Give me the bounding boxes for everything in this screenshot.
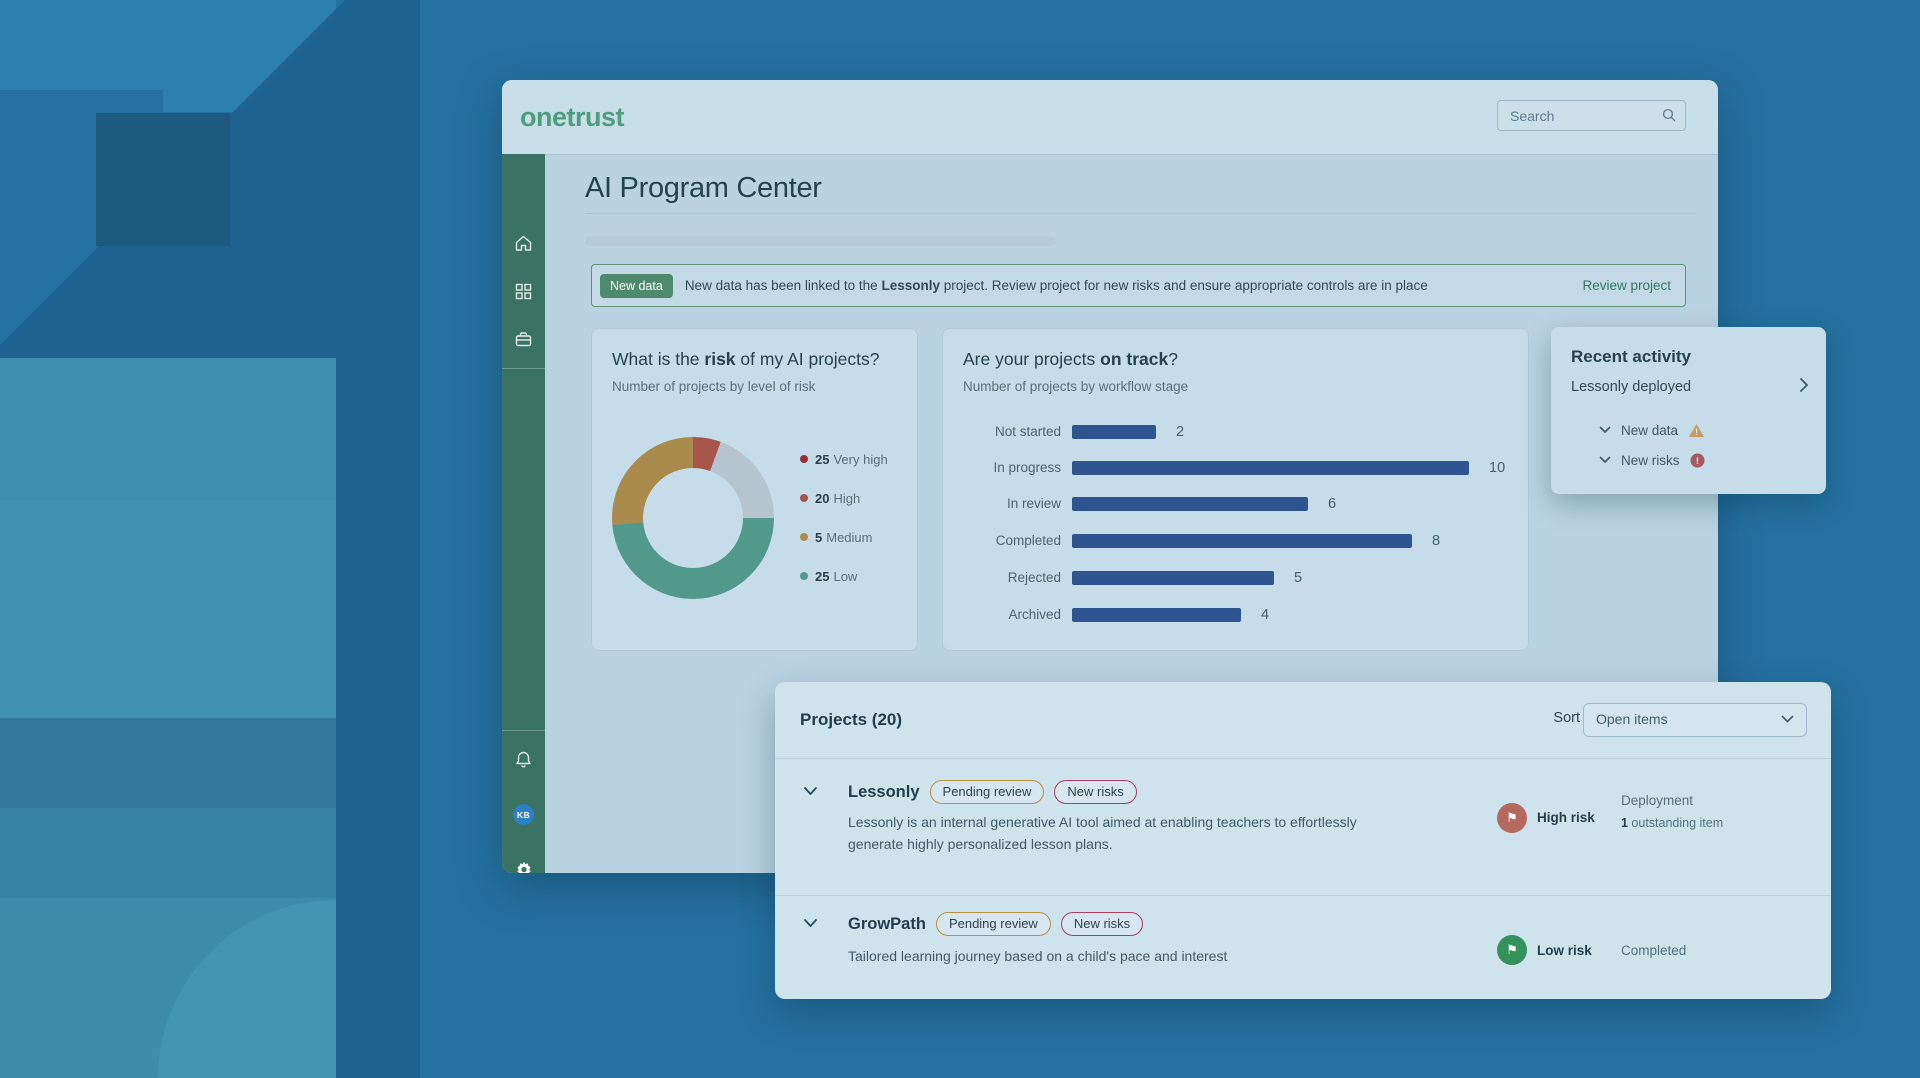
- gear-icon[interactable]: [514, 860, 533, 873]
- warning-triangle-icon: !: [1688, 423, 1705, 438]
- risk-chart-card: What is the risk of my AI projects? Numb…: [591, 328, 918, 651]
- status-badge-new-risks: New risks: [1061, 912, 1143, 936]
- bg-stripe: [0, 808, 336, 898]
- bg-stripe: [0, 500, 336, 718]
- search-box[interactable]: [1497, 100, 1686, 131]
- bar: [1072, 497, 1308, 511]
- bell-icon[interactable]: [514, 750, 533, 769]
- legend-dot-high: [800, 494, 808, 502]
- bar: [1072, 571, 1274, 585]
- chevron-right-icon[interactable]: [1798, 377, 1810, 393]
- legend-item: 5Medium: [800, 527, 872, 547]
- briefcase-icon[interactable]: [514, 330, 533, 349]
- legend-dot-low: [800, 572, 808, 580]
- card-subtitle: Number of projects by level of risk: [612, 379, 815, 394]
- project-name-row: GrowPath Pending review New risks: [848, 911, 1143, 937]
- divider: [775, 895, 1831, 896]
- project-description: Lessonly is an internal generative AI to…: [848, 812, 1363, 855]
- project-stage: Completed: [1621, 943, 1686, 958]
- page-title: AI Program Center: [585, 172, 822, 205]
- sort-label: Sort: [1553, 710, 1580, 726]
- chevron-down-icon[interactable]: [803, 918, 818, 928]
- svg-text:!: !: [1695, 456, 1698, 467]
- legend-dot-medium: [800, 533, 808, 541]
- status-badge-new-risks: New risks: [1054, 780, 1136, 804]
- bar: [1072, 534, 1412, 548]
- flag-icon: ⚑: [1497, 803, 1527, 833]
- sort-value: Open items: [1596, 711, 1668, 727]
- bar: [1072, 608, 1241, 622]
- bar: [1072, 425, 1156, 439]
- avatar[interactable]: KB: [513, 804, 534, 825]
- chevron-down-icon: [1781, 715, 1794, 724]
- card-title: What is the risk of my AI projects?: [612, 349, 880, 370]
- banner-message: New data has been linked to the Lessonly…: [685, 278, 1428, 293]
- chevron-down-icon[interactable]: [1599, 426, 1611, 434]
- apps-grid-icon[interactable]: [514, 282, 533, 301]
- loading-placeholder-bar: [585, 236, 1056, 246]
- bar-row: Rejected5: [943, 570, 1528, 586]
- sort-dropdown[interactable]: Open items: [1583, 703, 1807, 737]
- recent-activity-panel: Recent activity Lessonly deployed New da…: [1551, 327, 1826, 494]
- divider: [775, 758, 1831, 759]
- bg-shape: [0, 0, 163, 90]
- bg-stripe: [0, 718, 336, 808]
- bar-row: Completed8: [943, 533, 1528, 549]
- risk-donut-chart: [612, 437, 774, 599]
- search-icon: [1662, 108, 1676, 122]
- sidebar-divider: [502, 368, 545, 369]
- project-name[interactable]: GrowPath: [848, 915, 926, 934]
- chevron-down-icon[interactable]: [803, 786, 818, 796]
- activity-item[interactable]: New risks !: [1599, 451, 1705, 469]
- risk-level-label: Low risk: [1537, 943, 1592, 958]
- card-title: Are your projects on track?: [963, 349, 1178, 370]
- bar-row: In review6: [943, 496, 1528, 512]
- workflow-chart-card: Are your projects on track? Number of pr…: [942, 328, 1529, 651]
- status-badge-pending-review: Pending review: [936, 912, 1051, 936]
- project-stage: Deployment: [1621, 793, 1693, 808]
- bar-row: In progress10: [943, 460, 1528, 476]
- chevron-down-icon[interactable]: [1599, 456, 1611, 464]
- legend-item: 25Low: [800, 566, 857, 586]
- project-name[interactable]: Lessonly: [848, 783, 920, 802]
- projects-panel: Projects (20) Sort Open items Lessonly P…: [775, 682, 1831, 999]
- bg-quarter-circle: [0, 900, 336, 1078]
- panel-title: Recent activity: [1571, 347, 1691, 367]
- status-badge-pending-review: Pending review: [930, 780, 1045, 804]
- legend-item: 25Very high: [800, 449, 888, 469]
- legend-dot-very-high: [800, 455, 808, 463]
- outstanding-items: 1 outstanding item: [1621, 816, 1723, 830]
- project-name-row: Lessonly Pending review New risks: [848, 779, 1137, 805]
- alert-circle-icon: !: [1690, 453, 1705, 468]
- bg-dark-square: [96, 113, 230, 246]
- bar-row: Not started2: [943, 424, 1528, 440]
- activity-event: Lessonly deployed: [1571, 379, 1691, 395]
- onetrust-logo: onetrust: [520, 102, 624, 133]
- activity-item[interactable]: New data !: [1599, 421, 1705, 439]
- projects-title: Projects (20): [800, 710, 902, 730]
- home-icon[interactable]: [514, 234, 533, 253]
- project-description: Tailored learning journey based on a chi…: [848, 946, 1363, 968]
- new-data-badge: New data: [600, 274, 673, 298]
- bar: [1072, 461, 1469, 475]
- new-data-banner: New data New data has been linked to the…: [591, 264, 1686, 307]
- svg-text:!: !: [1695, 427, 1698, 437]
- card-subtitle: Number of projects by workflow stage: [963, 379, 1188, 394]
- flag-icon: ⚑: [1497, 935, 1527, 965]
- risk-level-label: High risk: [1537, 810, 1595, 825]
- app-header: onetrust: [502, 80, 1718, 155]
- legend-item: 20High: [800, 488, 860, 508]
- bar-row: Archived4: [943, 607, 1528, 623]
- review-project-link[interactable]: Review project: [1582, 278, 1671, 293]
- donut-hole: [643, 468, 743, 568]
- bg-stripe: [0, 358, 336, 500]
- sidebar-nav: KB ?: [502, 154, 545, 873]
- search-input[interactable]: [1508, 104, 1652, 127]
- sidebar-divider: [502, 730, 545, 731]
- divider: [585, 213, 1696, 214]
